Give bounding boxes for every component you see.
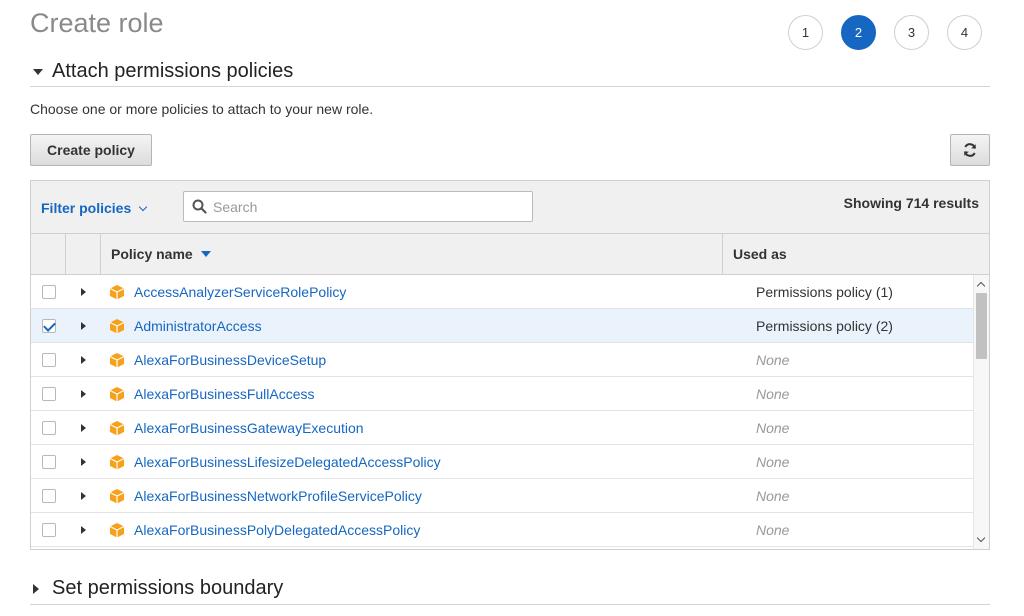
policy-cube-icon — [109, 318, 125, 333]
row-checkbox[interactable] — [41, 454, 56, 469]
scroll-up-icon[interactable] — [976, 281, 986, 291]
table-row[interactable]: AlexaForBusinessPolyDelegatedAccessPolic… — [31, 513, 973, 547]
scroll-down-icon[interactable] — [976, 533, 986, 543]
table-row[interactable]: AccessAnalyzerServiceRolePolicy Permissi… — [31, 275, 973, 309]
step-1[interactable]: 1 — [788, 15, 823, 50]
search-box[interactable] — [183, 191, 533, 222]
policy-name-link[interactable]: AlexaForBusinessGatewayExecution — [134, 420, 364, 436]
table-header: Policy name Used as — [31, 234, 989, 275]
attach-description: Choose one or more policies to attach to… — [30, 101, 374, 117]
chevron-down-icon — [139, 202, 148, 211]
attach-section-title: Attach permissions policies — [52, 60, 294, 82]
caret-right-icon[interactable] — [81, 287, 86, 296]
page-title: Create role — [30, 8, 164, 38]
policy-name-link[interactable]: AlexaForBusinessPolyDelegatedAccessPolic… — [134, 522, 420, 538]
used-as-value: None — [756, 419, 790, 436]
table-row[interactable]: AlexaForBusinessLifesizeDelegatedAccessP… — [31, 445, 973, 479]
scroll-thumb[interactable] — [976, 293, 987, 359]
boundary-section-title: Set permissions boundary — [52, 577, 284, 599]
refresh-button[interactable] — [950, 134, 990, 166]
row-checkbox[interactable] — [41, 284, 56, 299]
policy-cube-icon — [109, 352, 125, 367]
filter-policies-label: Filter policies — [41, 200, 132, 216]
refresh-icon — [964, 143, 976, 157]
caret-down-icon — [30, 68, 52, 75]
used-as-value: Permissions policy (2) — [756, 317, 893, 334]
used-as-value: None — [756, 453, 790, 470]
used-as-value: Permissions policy (1) — [756, 283, 893, 300]
policy-name-link[interactable]: AlexaForBusinessFullAccess — [134, 386, 315, 402]
header-check-cell — [31, 234, 66, 274]
search-icon — [192, 199, 207, 214]
policy-name-link[interactable]: AlexaForBusinessNetworkProfileServicePol… — [134, 488, 422, 504]
policy-cube-icon — [109, 522, 125, 537]
used-as-value: None — [756, 521, 790, 538]
used-as-value: None — [756, 351, 790, 368]
caret-right-icon[interactable] — [81, 389, 86, 398]
boundary-section-header[interactable]: Set permissions boundary — [30, 573, 990, 605]
row-checkbox[interactable] — [41, 420, 56, 435]
search-input[interactable] — [213, 198, 513, 215]
row-checkbox[interactable] — [41, 386, 56, 401]
step-3[interactable]: 3 — [894, 15, 929, 50]
table-row[interactable]: AlexaForBusinessGatewayExecution None — [31, 411, 973, 445]
sort-desc-icon — [200, 251, 211, 257]
policy-name-link[interactable]: AccessAnalyzerServiceRolePolicy — [134, 284, 346, 300]
filter-bar: Filter policies Showing 714 results — [31, 181, 989, 234]
header-policy-name-label: Policy name — [111, 246, 193, 262]
policy-name-link[interactable]: AlexaForBusinessLifesizeDelegatedAccessP… — [134, 454, 441, 470]
row-checkbox[interactable] — [41, 318, 56, 333]
policy-cube-icon — [109, 488, 125, 503]
used-as-value: None — [756, 385, 790, 402]
caret-right-icon[interactable] — [81, 423, 86, 432]
step-4[interactable]: 4 — [947, 15, 982, 50]
policies-table: Filter policies Showing 714 results Poli… — [30, 180, 990, 550]
policy-cube-icon — [109, 420, 125, 435]
caret-right-icon[interactable] — [81, 457, 86, 466]
table-body: AccessAnalyzerServiceRolePolicy Permissi… — [31, 275, 989, 549]
header-used-as-label: Used as — [733, 246, 787, 262]
header-expand-cell — [66, 234, 101, 274]
policy-cube-icon — [109, 386, 125, 401]
filter-policies-dropdown[interactable]: Filter policies — [41, 200, 148, 216]
create-policy-button[interactable]: Create policy — [30, 134, 152, 166]
table-row[interactable]: AlexaForBusinessFullAccess None — [31, 377, 973, 411]
caret-right-icon[interactable] — [81, 355, 86, 364]
used-as-value: None — [756, 487, 790, 504]
table-row[interactable]: AlexaForBusinessDeviceSetup None — [31, 343, 973, 377]
table-row[interactable]: AdministratorAccess Permissions policy (… — [31, 309, 973, 343]
policy-cube-icon — [109, 284, 125, 299]
caret-right-icon[interactable] — [81, 491, 86, 500]
row-checkbox[interactable] — [41, 488, 56, 503]
row-checkbox[interactable] — [41, 522, 56, 537]
step-2[interactable]: 2 — [841, 15, 876, 50]
policy-name-link[interactable]: AlexaForBusinessDeviceSetup — [134, 352, 326, 368]
caret-right-icon — [30, 583, 52, 594]
wizard-steps: 1 2 3 4 — [788, 15, 1000, 50]
header-used-as[interactable]: Used as — [723, 234, 989, 274]
caret-right-icon[interactable] — [81, 321, 86, 330]
row-checkbox[interactable] — [41, 352, 56, 367]
table-row[interactable]: AlexaForBusinessNetworkProfileServicePol… — [31, 479, 973, 513]
header-policy-name[interactable]: Policy name — [101, 234, 723, 274]
attach-section-header[interactable]: Attach permissions policies — [30, 57, 990, 87]
policy-name-link[interactable]: AdministratorAccess — [134, 318, 262, 334]
caret-right-icon[interactable] — [81, 525, 86, 534]
results-count: Showing 714 results — [843, 195, 979, 211]
table-scrollbar[interactable] — [973, 275, 989, 549]
policy-cube-icon — [109, 454, 125, 469]
